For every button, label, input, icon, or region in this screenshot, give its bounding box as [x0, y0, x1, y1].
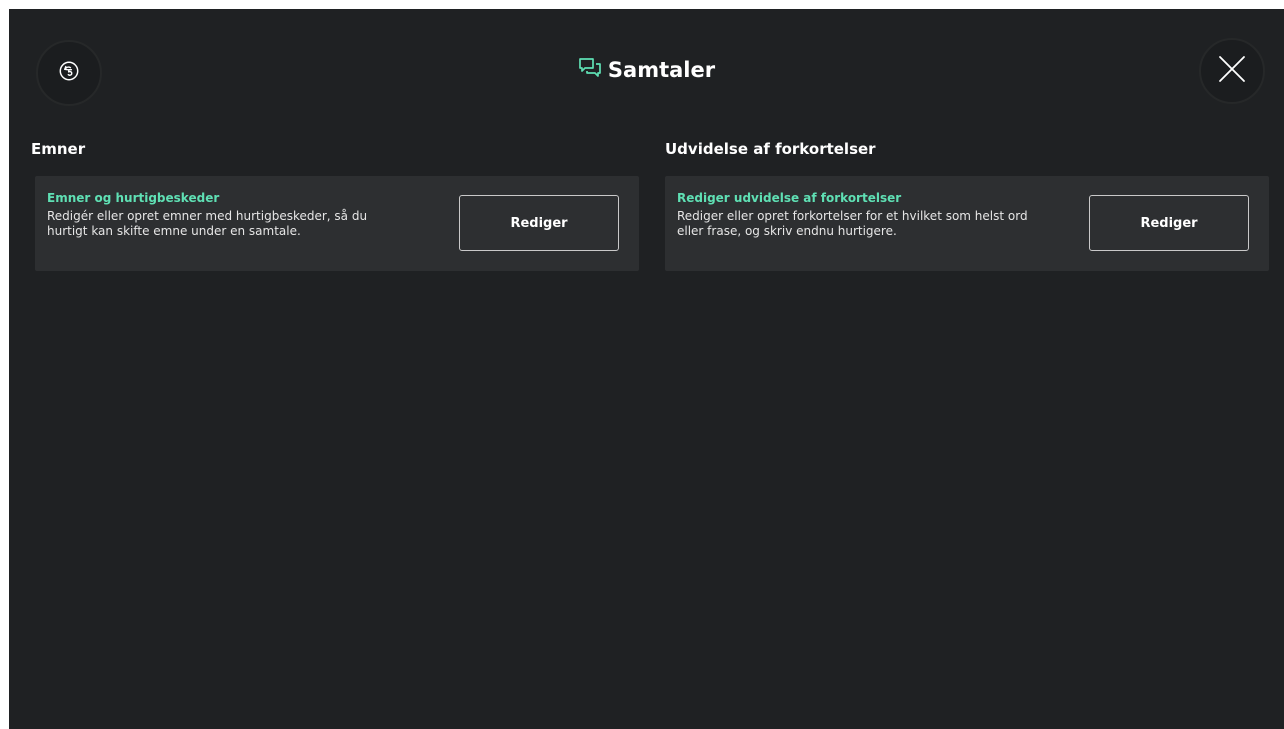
edit-topics-button[interactable]: Rediger: [459, 195, 619, 251]
section-heading-abbreviations: Udvidelse af forkortelser: [665, 140, 876, 158]
close-button[interactable]: [1199, 38, 1265, 104]
abbreviations-card: Rediger udvidelse af forkortelser Redige…: [665, 176, 1269, 271]
page-title: Samtaler: [9, 57, 1284, 83]
close-icon: [1215, 52, 1249, 90]
topics-card: Emner og hurtigbeskeder Redigér eller op…: [35, 176, 639, 271]
card-title: Rediger udvidelse af forkortelser: [677, 191, 902, 205]
card-title: Emner og hurtigbeskeder: [47, 191, 220, 205]
chat-bubbles-icon: [578, 57, 602, 83]
card-description: Rediger eller opret forkortelser for et …: [677, 209, 1028, 238]
conversations-settings-screen: Samtaler Emner Udvidelse af forkortelser…: [9, 9, 1284, 729]
page-title-text: Samtaler: [607, 58, 716, 82]
card-description: Redigér eller opret emner med hurtigbesk…: [47, 209, 368, 238]
edit-abbreviations-button[interactable]: Rediger: [1089, 195, 1249, 251]
section-heading-topics: Emner: [31, 140, 86, 158]
